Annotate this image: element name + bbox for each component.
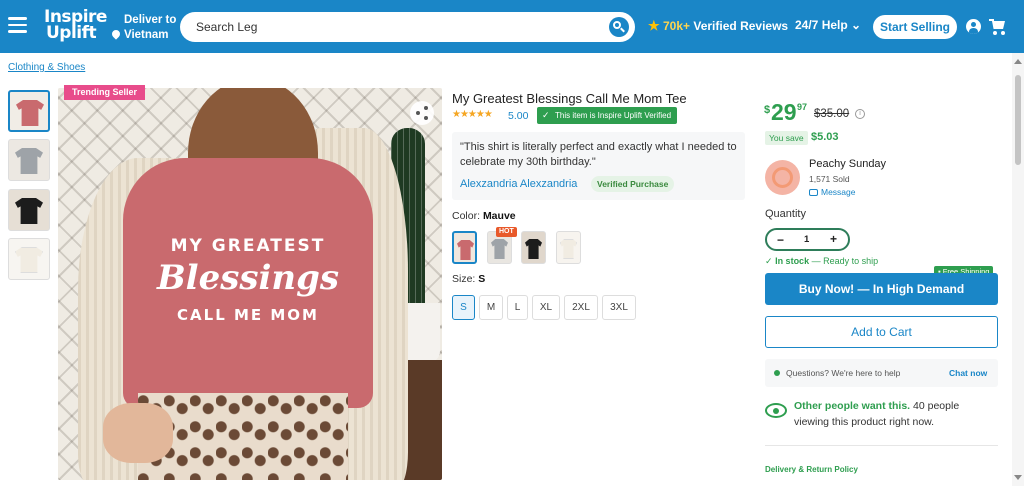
message-icon [809, 189, 818, 196]
product-title: My Greatest Blessings Call Me Mom Tee [452, 91, 687, 106]
chat-question: Questions? We're here to help [786, 368, 901, 378]
shirt-text-line3: CALL ME MOM [177, 306, 319, 324]
location-pin-icon [110, 28, 122, 40]
thumbnail-3[interactable] [8, 189, 50, 231]
thumbnail-4[interactable] [8, 238, 50, 280]
scroll-down-icon[interactable] [1014, 475, 1022, 480]
quantity-plus-button[interactable]: + [830, 232, 837, 246]
color-swatch-black[interactable] [521, 231, 546, 264]
check-icon: ✓ [765, 256, 773, 266]
reviews-label: Verified Reviews [693, 19, 789, 33]
size-option-xl[interactable]: XL [532, 295, 560, 320]
verified-item-badge: This item is Inspire Uplift Verified [537, 107, 678, 124]
you-save-amount: $5.03 [811, 131, 839, 143]
hot-badge: HOT [496, 227, 517, 237]
quantity-label: Quantity [765, 208, 806, 220]
info-icon[interactable]: i [855, 109, 865, 119]
size-option-3xl[interactable]: 3XL [602, 295, 636, 320]
size-value: S [478, 273, 486, 285]
review-text: "This shirt is literally perfect and exa… [460, 141, 737, 168]
you-save-label: You save [765, 131, 808, 145]
buy-now-button[interactable]: Buy Now! — In High Demand [765, 273, 998, 305]
search-bar[interactable]: Search Leg [180, 12, 635, 42]
size-option-2xl[interactable]: 2XL [564, 295, 598, 320]
seller-sold-count: 1,571 Sold [809, 174, 850, 184]
price-dollars: 29 [771, 99, 797, 125]
trending-seller-badge: Trending Seller [64, 85, 146, 100]
cart-icon[interactable] [989, 18, 1007, 35]
user-icon[interactable] [966, 19, 981, 34]
quantity-value[interactable]: 1 [804, 234, 809, 245]
reviews-count: 70k+ [663, 19, 691, 33]
seller-avatar[interactable] [765, 160, 800, 195]
others-viewing: Other people want this. 40 people viewin… [794, 398, 994, 430]
menu-icon[interactable] [8, 17, 27, 33]
others-highlight: Other people want this. [794, 400, 911, 412]
share-icon[interactable] [410, 101, 434, 125]
deliver-location: Vietnam [124, 29, 169, 41]
size-option-l[interactable]: L [507, 295, 528, 320]
divider [765, 445, 998, 446]
quantity-stepper: − 1 + [765, 228, 850, 251]
main-product-image[interactable]: MY GREATEST Blessings CALL ME MOM [58, 88, 442, 480]
color-swatch-cream[interactable] [556, 231, 581, 264]
rating-value[interactable]: 5.00 [508, 110, 528, 122]
logo-line2: Uplift [46, 23, 97, 43]
search-input[interactable]: Search Leg [196, 20, 257, 34]
star-icon: ★ [648, 18, 660, 33]
thumbnail-1[interactable] [8, 90, 50, 132]
seller-name[interactable]: Peachy Sunday [809, 158, 886, 170]
rating-stars-icon[interactable]: ★★★★★ [452, 109, 493, 120]
stock-status: ✓ In stock — Ready to ship [765, 256, 879, 266]
search-icon[interactable] [609, 17, 629, 37]
verified-reviews-link[interactable]: ★ 70k+ Verified Reviews [648, 18, 788, 34]
quantity-minus-button[interactable]: − [777, 233, 784, 247]
verified-purchase-badge: Verified Purchase [591, 176, 675, 192]
thumbnail-2[interactable] [8, 139, 50, 181]
original-price: $35.00 [814, 108, 850, 120]
breadcrumb[interactable]: Clothing & Shoes [8, 62, 85, 73]
deliver-label: Deliver to [124, 14, 177, 26]
shirt-text-line1: MY GREATEST [170, 236, 326, 256]
reviewer-name[interactable]: Alexzandria Alexzandria [460, 178, 577, 190]
price-currency: $ [764, 104, 771, 116]
size-option-s[interactable]: S [452, 295, 475, 320]
help-menu[interactable]: 24/7 Help ⌄ [795, 18, 861, 32]
size-label: Size: S [452, 273, 486, 285]
chat-help-box: Questions? We're here to help Chat now [765, 359, 998, 387]
price-cents: 97 [797, 102, 808, 112]
eye-icon [765, 403, 787, 418]
delivery-return-policy-link[interactable]: Delivery & Return Policy [765, 465, 858, 474]
color-label: Color: Mauve [452, 210, 516, 222]
top-header: Inspire Uplift Deliver to Vietnam Search… [0, 0, 1024, 53]
chat-now-link[interactable]: Chat now [949, 368, 987, 378]
start-selling-button[interactable]: Start Selling [873, 15, 957, 39]
deliver-to[interactable]: Deliver to Vietnam [110, 13, 177, 43]
shirt-graphic: MY GREATEST Blessings CALL ME MOM [123, 158, 373, 408]
message-seller-link[interactable]: Message [809, 187, 856, 197]
size-option-m[interactable]: M [479, 295, 503, 320]
scroll-up-icon[interactable] [1014, 59, 1022, 64]
featured-review: "This shirt is literally perfect and exa… [452, 132, 745, 200]
shirt-text-line2: Blessings [156, 258, 340, 298]
scrollbar-thumb[interactable] [1015, 75, 1021, 165]
page-scrollbar[interactable] [1012, 53, 1024, 486]
online-dot-icon [774, 370, 780, 376]
color-value: Mauve [482, 210, 516, 222]
logo[interactable]: Inspire Uplift [44, 9, 107, 43]
add-to-cart-button[interactable]: Add to Cart [765, 316, 998, 348]
color-swatch-mauve[interactable] [452, 231, 477, 264]
